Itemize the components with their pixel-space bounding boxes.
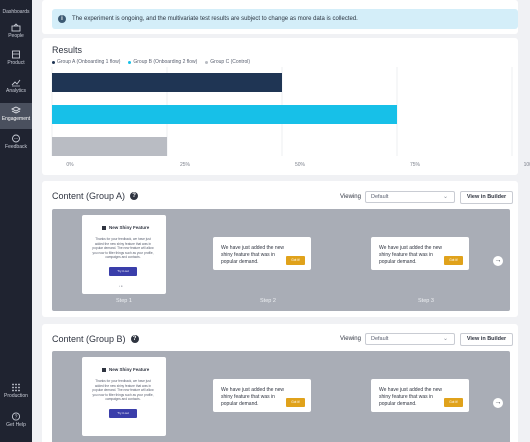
- sidebar-item-label: Production: [4, 393, 28, 399]
- tooltip-preview: We have just added the new shiny feature…: [213, 379, 311, 412]
- people-icon: [11, 23, 21, 32]
- x-tick-label: 0%: [66, 162, 74, 168]
- sidebar-item-label: Dashboards: [2, 9, 30, 15]
- sidebar-item-label: Engagement: [1, 116, 31, 122]
- bar-group-c[interactable]: [52, 137, 167, 156]
- modal-preview: New Shiny Feature Thanks for your feedba…: [82, 357, 166, 436]
- step-label: Step 1: [116, 298, 132, 304]
- sidebar-item-analytics[interactable]: Analytics: [0, 78, 32, 106]
- preview-area-group-b: New Shiny Feature Thanks for your feedba…: [52, 351, 510, 442]
- try-it-out-button: Try it out: [109, 267, 137, 276]
- main-content: i The experiment is ongoing, and the mul…: [32, 0, 530, 442]
- sidebar-item-label: Feedback: [5, 144, 27, 150]
- analytics-icon: [11, 79, 21, 87]
- modal-body: Thanks for your feedback, we have just a…: [92, 379, 154, 402]
- view-in-builder-button[interactable]: View in Builder: [460, 333, 513, 346]
- try-it-out-button: Try it out: [109, 409, 137, 418]
- next-arrow-button[interactable]: →: [493, 398, 503, 408]
- content-group-b-title: Content (Group B): [52, 334, 126, 344]
- production-grid-icon: [12, 383, 20, 392]
- chevron-down-icon: ⌄: [442, 336, 448, 342]
- next-arrow-button[interactable]: →: [493, 256, 503, 266]
- select-value: Default: [371, 336, 389, 342]
- modal-title: New Shiny Feature: [102, 367, 149, 372]
- got-it-button: Got it!: [286, 256, 305, 265]
- feedback-icon: [12, 134, 20, 143]
- variant-select[interactable]: Default ⌄: [365, 191, 455, 203]
- sidebar-item-get-help[interactable]: ? Get Help: [0, 412, 32, 440]
- got-it-button: Got it!: [444, 398, 463, 407]
- viewing-label: Viewing: [340, 336, 361, 342]
- sidebar: Dashboards People Product Analytics Enga…: [0, 0, 32, 442]
- got-it-button: Got it!: [444, 256, 463, 265]
- sidebar-item-label: Product: [7, 60, 25, 66]
- svg-text:?: ?: [15, 414, 18, 420]
- content-group-a-title: Content (Group A): [52, 191, 126, 201]
- sidebar-item-feedback[interactable]: Feedback: [0, 134, 32, 162]
- tooltip-text: We have just added the new shiny feature…: [221, 245, 285, 265]
- pagination-dots: • ●: [119, 284, 123, 288]
- sidebar-item-product[interactable]: Product: [0, 50, 32, 78]
- x-tick-label: 100%: [524, 162, 530, 168]
- help-icon: ?: [11, 412, 21, 421]
- step-label: Step 2: [260, 298, 276, 304]
- viewing-label: Viewing: [340, 194, 361, 200]
- variant-select[interactable]: Default ⌄: [365, 333, 455, 345]
- sidebar-item-label: Analytics: [5, 88, 26, 94]
- results-chart: 0% 25% 50% 75% 100%: [51, 67, 530, 168]
- got-it-button: Got it!: [286, 398, 305, 407]
- preview-area-group-a: New Shiny Feature Thanks for your feedba…: [52, 209, 510, 311]
- tooltip-preview: We have just added the new shiny feature…: [371, 379, 469, 412]
- step-label: Step 3: [418, 298, 434, 304]
- modal-body: Thanks for your feedback, we have just a…: [92, 237, 154, 260]
- select-value: Default: [371, 194, 389, 200]
- x-tick-label: 75%: [410, 162, 421, 168]
- feature-icon: [102, 225, 106, 230]
- x-tick-label: 50%: [295, 162, 306, 168]
- content-group-b-header: Content (Group B) ?: [52, 334, 139, 344]
- modal-title: New Shiny Feature: [102, 225, 149, 230]
- question-icon[interactable]: ?: [130, 192, 139, 200]
- sidebar-item-label: Get Help: [6, 422, 26, 428]
- question-icon[interactable]: ?: [130, 335, 139, 343]
- sidebar-item-production[interactable]: Production: [0, 383, 32, 411]
- tooltip-preview: We have just added the new shiny feature…: [213, 237, 311, 270]
- sidebar-item-people[interactable]: People: [0, 23, 32, 51]
- tooltip-text: We have just added the new shiny feature…: [379, 245, 443, 265]
- modal-preview: New Shiny Feature Thanks for your feedba…: [82, 215, 166, 294]
- chevron-down-icon: ⌄: [442, 194, 448, 200]
- feature-icon: [102, 367, 106, 372]
- tooltip-preview: We have just added the new shiny feature…: [371, 237, 469, 270]
- engagement-icon: [11, 106, 21, 114]
- x-tick-label: 25%: [180, 162, 191, 168]
- tooltip-text: We have just added the new shiny feature…: [379, 387, 443, 407]
- sidebar-item-engagement[interactable]: Engagement: [0, 103, 32, 129]
- content-group-a-header: Content (Group A) ?: [52, 191, 139, 201]
- view-in-builder-button[interactable]: View in Builder: [460, 191, 513, 204]
- tooltip-text: We have just added the new shiny feature…: [221, 387, 285, 407]
- bar-group-a[interactable]: [52, 73, 282, 92]
- sidebar-item-label: People: [8, 33, 24, 39]
- sidebar-item-dashboards[interactable]: Dashboards: [0, 0, 32, 18]
- product-icon: [12, 50, 20, 59]
- bar-group-b[interactable]: [52, 105, 397, 124]
